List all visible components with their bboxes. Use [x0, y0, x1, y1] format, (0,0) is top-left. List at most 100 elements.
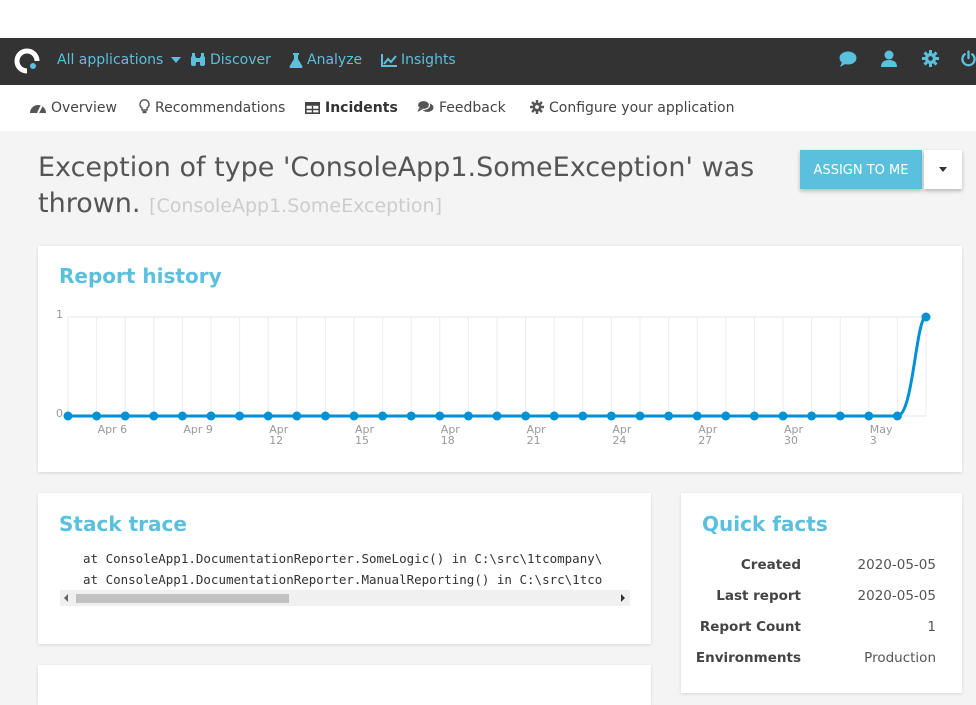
x-tick-label: 3 [870, 434, 877, 447]
data-point[interactable] [149, 411, 159, 421]
data-point[interactable] [435, 411, 445, 421]
data-point[interactable] [549, 411, 559, 421]
data-point[interactable] [463, 411, 473, 421]
data-point[interactable] [63, 411, 73, 421]
stack-trace-line: at ConsoleApp1.DocumentationReporter.Man… [83, 572, 603, 587]
dashboard-icon [30, 105, 46, 114]
y-tick-label: 1 [56, 308, 63, 321]
lightbulb-icon [139, 99, 150, 114]
user-icon[interactable] [881, 50, 897, 68]
x-tick-label: 24 [612, 434, 626, 447]
nav-analyze[interactable]: Analyze [289, 38, 362, 85]
data-point[interactable] [749, 411, 759, 421]
data-point[interactable] [92, 411, 102, 421]
data-point[interactable] [235, 411, 245, 421]
x-tick-label: 27 [698, 434, 712, 447]
report-history-card: Report history 0 1 Apr 6 Apr 9 Apr 12 Apr 15 Apr… [38, 246, 962, 472]
data-point[interactable] [664, 411, 674, 421]
data-point[interactable] [320, 411, 330, 421]
nav-all-applications[interactable]: All applications [57, 38, 181, 85]
tab-incidents-label: Incidents [325, 100, 398, 116]
data-point[interactable] [578, 411, 588, 421]
data-point[interactable] [120, 411, 130, 421]
assign-to-me-button[interactable]: Assign to me [800, 150, 922, 189]
tab-overview[interactable]: Overview [30, 85, 117, 131]
fact-value: 2020-05-05 [857, 588, 936, 604]
line-chart-icon [381, 53, 397, 67]
data-point[interactable] [635, 411, 645, 421]
horizontal-scrollbar[interactable] [60, 590, 630, 606]
tab-recommendations-label: Recommendations [155, 100, 286, 116]
stack-trace-line: at ConsoleApp1.DocumentationReporter.Som… [83, 551, 603, 566]
scroll-right-arrow-icon[interactable] [621, 594, 625, 602]
caret-down-icon [170, 57, 181, 63]
nav-discover-label: Discover [210, 52, 271, 68]
x-tick-label: Apr 6 [98, 423, 128, 436]
data-point[interactable] [521, 411, 531, 421]
tab-feedback-label: Feedback [439, 100, 506, 116]
data-point[interactable] [492, 411, 502, 421]
scroll-left-arrow-icon[interactable] [64, 594, 68, 602]
nav-analyze-label: Analyze [307, 52, 363, 68]
tab-incidents[interactable]: Incidents [305, 85, 398, 131]
data-point[interactable] [778, 411, 788, 421]
data-point[interactable] [864, 411, 874, 421]
x-tick-label: 18 [441, 434, 455, 447]
top-whitespace [0, 0, 976, 38]
fact-value: 1 [927, 619, 936, 635]
stack-trace-title: Stack trace [59, 512, 187, 536]
data-point[interactable] [835, 411, 845, 421]
fact-row-last-report: Last report 2020-05-05 [681, 588, 962, 612]
flask-icon [289, 52, 303, 68]
assign-dropdown-toggle[interactable] [924, 150, 962, 189]
fact-row-created: Created 2020-05-05 [681, 557, 962, 581]
power-icon[interactable] [961, 50, 976, 68]
nav-insights[interactable]: Insights [381, 38, 456, 85]
x-tick-label: 21 [527, 434, 541, 447]
data-point[interactable] [892, 411, 902, 421]
fact-label: Created [740, 557, 801, 573]
data-point[interactable] [349, 411, 359, 421]
quick-facts-card: Quick facts Created 2020-05-05 Last repo… [681, 493, 962, 693]
nav-discover[interactable]: Discover [190, 38, 271, 85]
nav-all-applications-label: All applications [57, 52, 164, 68]
tab-configure[interactable]: Configure your application [530, 85, 734, 131]
tab-feedback[interactable]: Feedback [416, 85, 506, 131]
quick-facts-title: Quick facts [702, 512, 828, 536]
data-point[interactable] [721, 411, 731, 421]
data-point[interactable] [206, 411, 216, 421]
page-title: Exception of type 'ConsoleApp1.SomeExcep… [38, 150, 778, 224]
x-tick-label: 15 [355, 434, 369, 447]
data-point[interactable] [606, 411, 616, 421]
tab-recommendations[interactable]: Recommendations [139, 85, 285, 131]
y-tick-label: 0 [56, 407, 63, 420]
tab-configure-label: Configure your application [549, 100, 735, 116]
sub-navbar: Overview Recommendations Incidents Feedb… [0, 85, 976, 131]
data-point[interactable] [921, 312, 931, 322]
table-icon [305, 102, 320, 114]
fact-value: 2020-05-05 [857, 557, 936, 573]
scroll-thumb[interactable] [76, 594, 289, 603]
gear-icon[interactable] [922, 50, 939, 67]
tab-overview-label: Overview [51, 100, 117, 116]
data-point[interactable] [177, 411, 187, 421]
fact-label: Last report [716, 588, 801, 604]
comments-icon [416, 99, 434, 112]
stack-trace-card: Stack trace at ConsoleApp1.Documentation… [38, 493, 651, 644]
app-logo-icon[interactable] [14, 48, 40, 74]
fact-row-environments: Environments Production [681, 650, 962, 674]
x-tick-label: 30 [784, 434, 798, 447]
binoculars-icon [191, 53, 205, 66]
data-point[interactable] [378, 411, 388, 421]
data-point[interactable] [292, 411, 302, 421]
data-point[interactable] [692, 411, 702, 421]
page-subtitle: [ConsoleApp1.SomeException] [149, 195, 442, 217]
data-point[interactable] [807, 411, 817, 421]
data-point[interactable] [406, 411, 416, 421]
top-navbar: All applications Discover Analyze Insigh… [0, 38, 976, 85]
report-history-chart: 01Apr 6 Apr 9 Apr12Apr15Apr18Apr21Apr24Apr… [56, 308, 931, 447]
data-point[interactable] [263, 411, 273, 421]
fact-label: Report Count [699, 619, 801, 635]
chat-icon[interactable] [839, 50, 857, 68]
x-tick-label: Apr 9 [183, 423, 213, 436]
